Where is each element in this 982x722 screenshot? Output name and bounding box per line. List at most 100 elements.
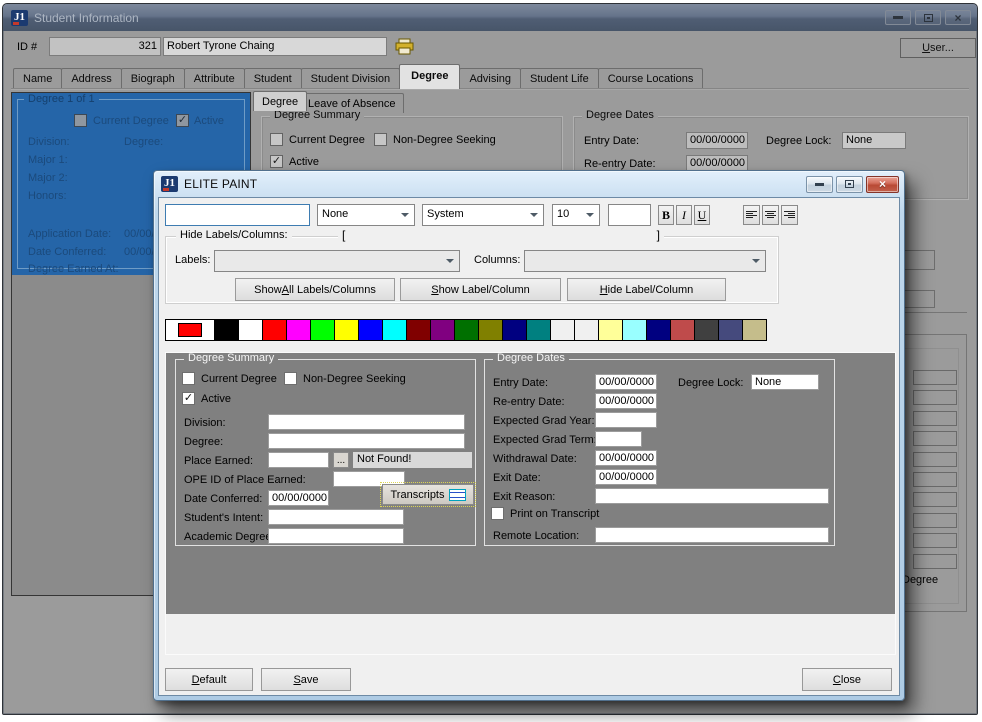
tab-attribute[interactable]: Attribute	[184, 68, 245, 89]
preview-entry-date-input[interactable]: 00/00/0000	[595, 374, 657, 390]
tab-advising[interactable]: Advising	[459, 68, 521, 89]
preview-date-conferred-input[interactable]: 00/00/0000	[268, 490, 329, 506]
palette-swatch[interactable]	[526, 319, 551, 341]
tab-address[interactable]: Address	[61, 68, 121, 89]
palette-swatch[interactable]	[598, 319, 623, 341]
palette-swatch[interactable]	[718, 319, 743, 341]
tab-student-life[interactable]: Student Life	[520, 68, 599, 89]
palette-swatch[interactable]	[502, 319, 527, 341]
palette-swatch[interactable]	[430, 319, 455, 341]
main-current-degree-checkbox[interactable]	[270, 133, 283, 146]
selected-color-swatch[interactable]	[165, 319, 215, 341]
preview-academic-degree-input[interactable]	[268, 528, 404, 544]
palette-swatch[interactable]	[406, 319, 431, 341]
default-button[interactable]: Default	[165, 668, 253, 691]
preview-withdrawal-date-input[interactable]: 00/00/0000	[595, 450, 657, 466]
show-all-labels-columns-button[interactable]: Show All Labels/Columns	[235, 278, 395, 301]
user-button[interactable]: User...	[900, 38, 976, 58]
place-earned-browse-button[interactable]: ...	[333, 452, 349, 468]
palette-swatch[interactable]	[694, 319, 719, 341]
hide-label-column-button[interactable]: Hide Label/Column	[567, 278, 726, 301]
labels-dropdown[interactable]	[214, 250, 460, 272]
preview-students-intent-label: Student's Intent:	[184, 512, 263, 525]
preview-non-degree-checkbox[interactable]	[284, 372, 297, 385]
italic-button[interactable]: I	[676, 205, 692, 225]
preview-remote-location-input[interactable]	[595, 527, 829, 543]
palette-swatch[interactable]	[574, 319, 599, 341]
underline-button[interactable]: U	[694, 205, 710, 225]
font-dropdown[interactable]: System	[422, 204, 544, 226]
preview-current-degree-checkbox[interactable]	[182, 372, 195, 385]
palette-swatch[interactable]	[262, 319, 287, 341]
close-icon: ×	[879, 179, 886, 190]
bold-button[interactable]: B	[658, 205, 674, 225]
main-non-degree-checkbox[interactable]	[374, 133, 387, 146]
palette-swatch[interactable]	[382, 319, 407, 341]
print-icon[interactable]	[395, 38, 415, 60]
palette-swatch[interactable]	[646, 319, 671, 341]
preview-degree-dates-title: Degree Dates	[493, 352, 569, 364]
font-size-dropdown[interactable]: 10	[552, 204, 600, 226]
chevron-down-icon	[530, 213, 538, 217]
palette-swatch[interactable]	[550, 319, 575, 341]
dialog-minimize-button[interactable]	[806, 176, 833, 193]
palette-swatch[interactable]	[670, 319, 695, 341]
preview-reentry-date-input[interactable]: 00/00/0000	[595, 393, 657, 409]
palette-swatch[interactable]	[454, 319, 479, 341]
main-degree-dates-title: Degree Dates	[582, 109, 658, 121]
align-right-button[interactable]	[781, 205, 798, 225]
preview-students-intent-input[interactable]	[268, 509, 404, 525]
transcripts-button[interactable]: Transcripts	[382, 484, 474, 505]
tab-name[interactable]: Name	[13, 68, 62, 89]
columns-dropdown[interactable]	[524, 250, 766, 272]
tab-biograph[interactable]: Biograph	[121, 68, 185, 89]
main-active-checkbox[interactable]: ✓	[270, 155, 283, 168]
preview-active-checkbox[interactable]: ✓	[182, 392, 195, 405]
preview-entry-date-label: Entry Date:	[493, 377, 548, 390]
align-center-button[interactable]	[762, 205, 779, 225]
subtab-degree[interactable]: Degree	[253, 91, 307, 111]
save-button[interactable]: Save	[261, 668, 351, 691]
palette-swatch[interactable]	[358, 319, 383, 341]
preview-degree-input[interactable]	[268, 433, 465, 449]
close-icon: ×	[954, 13, 961, 23]
preview-division-input[interactable]	[268, 414, 465, 430]
preview-expected-grad-term-input[interactable]	[595, 431, 642, 447]
tab-student-division[interactable]: Student Division	[301, 68, 401, 89]
tab-degree[interactable]: Degree	[399, 64, 460, 89]
active-checkbox[interactable]: ✓	[176, 114, 189, 127]
color-preview-box[interactable]	[608, 204, 651, 226]
tab-course-locations[interactable]: Course Locations	[598, 68, 704, 89]
style-dropdown[interactable]: None	[317, 204, 415, 226]
preview-print-on-transcript-checkbox[interactable]	[491, 507, 504, 520]
palette-swatch[interactable]	[214, 319, 239, 341]
id-input[interactable]: 321	[49, 37, 161, 56]
close-button-dialog[interactable]: Close	[802, 668, 892, 691]
degree-lock-input[interactable]: None	[842, 132, 906, 149]
palette-swatch[interactable]	[238, 319, 263, 341]
dialog-maximize-button[interactable]	[836, 176, 863, 193]
entry-date-input[interactable]: 00/00/0000	[686, 132, 748, 149]
preview-place-earned-input[interactable]	[268, 452, 329, 468]
paint-text-input[interactable]	[165, 204, 310, 226]
maximize-button[interactable]	[915, 10, 941, 25]
preview-exit-date-input[interactable]: 00/00/0000	[595, 469, 657, 485]
preview-degree-lock-input[interactable]: None	[751, 374, 819, 390]
student-name-input[interactable]: Robert Tyrone Chaing	[163, 37, 387, 56]
preview-expected-grad-year-input[interactable]	[595, 412, 657, 428]
preview-exit-reason-input[interactable]	[595, 488, 829, 504]
palette-swatch[interactable]	[286, 319, 311, 341]
current-degree-checkbox[interactable]	[74, 114, 87, 127]
tab-student[interactable]: Student	[244, 68, 302, 89]
minimize-button[interactable]	[885, 10, 911, 25]
show-label-column-button[interactable]: Show Label/Column	[400, 278, 561, 301]
align-left-button[interactable]	[743, 205, 760, 225]
active-label: Active	[194, 115, 224, 127]
palette-swatch[interactable]	[622, 319, 647, 341]
close-button[interactable]: ×	[945, 10, 971, 25]
palette-swatch[interactable]	[478, 319, 503, 341]
palette-swatch[interactable]	[310, 319, 335, 341]
palette-swatch[interactable]	[742, 319, 767, 341]
palette-swatch[interactable]	[334, 319, 359, 341]
dialog-close-button[interactable]: ×	[866, 176, 899, 193]
